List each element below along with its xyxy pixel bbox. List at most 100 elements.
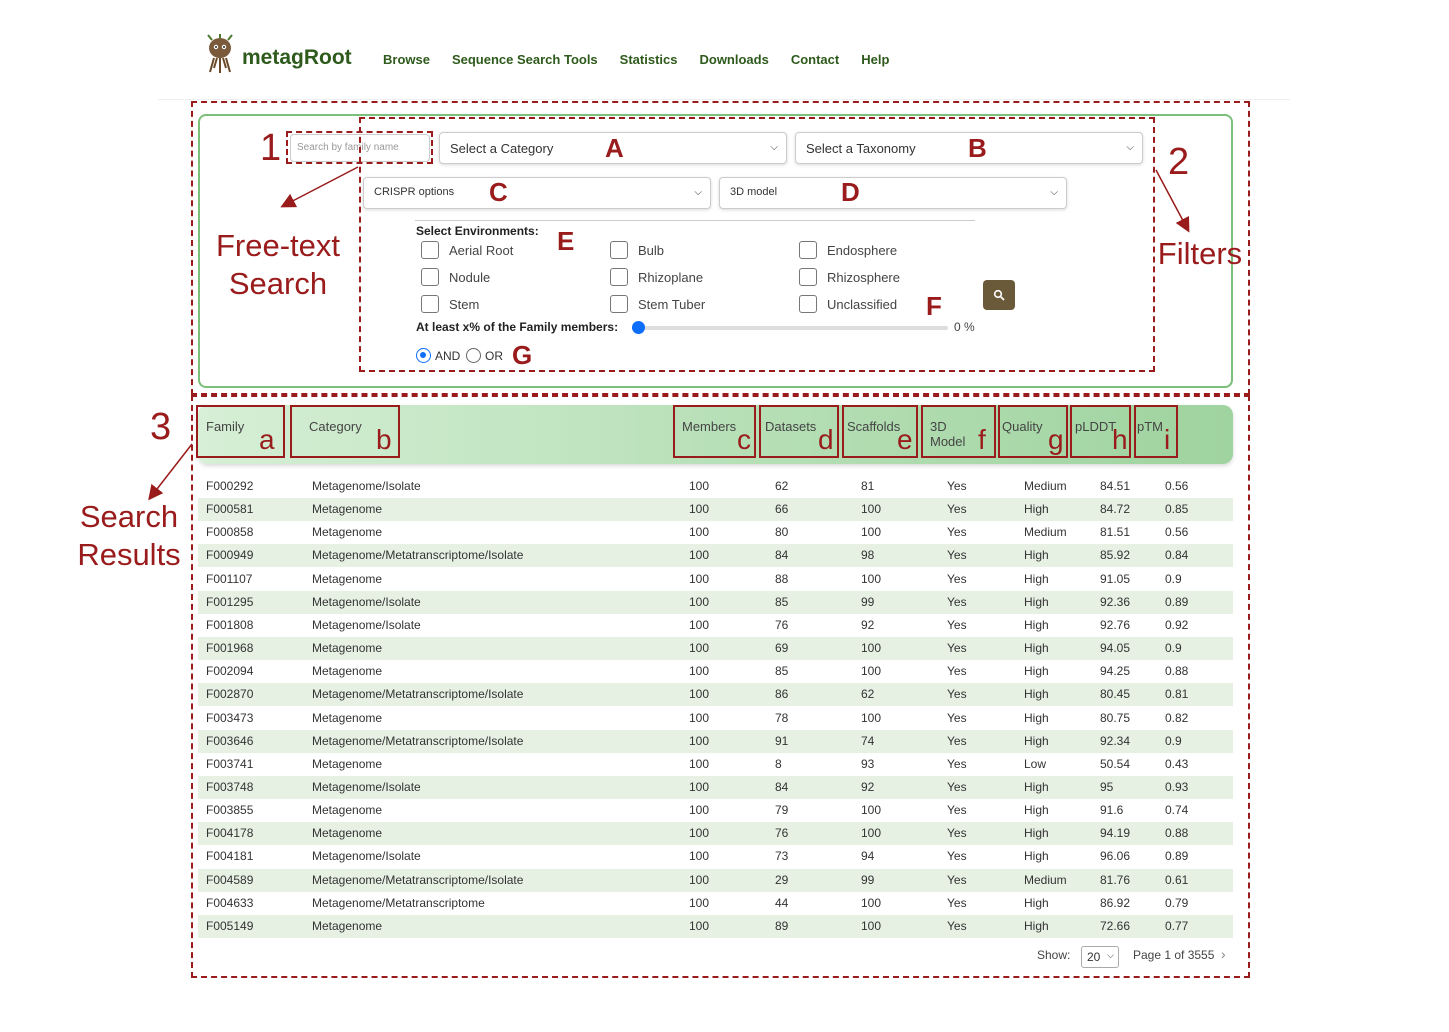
cell-scaffolds: 92: [861, 779, 875, 794]
table-row[interactable]: F000581 Metagenome 100 66 100 Yes High 84.72 0.8…: [198, 498, 1233, 522]
cell-category: Metagenome: [312, 756, 383, 771]
cell-members: 100: [689, 710, 710, 725]
cell-family[interactable]: F003855: [206, 803, 253, 817]
menu-contact[interactable]: Contact: [791, 52, 839, 67]
cell-family[interactable]: F001808: [206, 618, 253, 632]
free-text-line2: Search: [228, 266, 328, 301]
cell-quality: High: [1024, 641, 1049, 656]
cell-quality: High: [1024, 571, 1049, 586]
table-row[interactable]: F001295 Metagenome/Isolate 100 85 99 Yes High 9…: [198, 590, 1233, 614]
cell-ptm: 0.9: [1165, 733, 1182, 748]
table-row[interactable]: F001107 Metagenome 100 88 100 Yes High 91.05 0.9: [198, 568, 1233, 591]
brand-name[interactable]: metagRoot: [242, 46, 352, 70]
cell-family[interactable]: F004178: [206, 826, 253, 840]
cell-family[interactable]: F001968: [206, 641, 253, 655]
cell-scaffolds: 100: [861, 664, 882, 679]
table-row[interactable]: F004181 Metagenome/Isolate 100 73 94 Yes High 9…: [198, 845, 1233, 868]
cell-family[interactable]: F000949: [206, 548, 253, 562]
annotation-e: e: [897, 424, 913, 455]
cell-family[interactable]: F004181: [206, 849, 253, 863]
cell-members: 100: [689, 756, 710, 771]
cell-family[interactable]: F002870: [206, 687, 253, 701]
annotation-D: D: [841, 177, 860, 207]
table-row[interactable]: F004633 Metagenome/Metatranscriptome 100 44…: [198, 892, 1233, 915]
filters-highlight: [359, 117, 1155, 372]
cell-plddt: 92.34: [1100, 733, 1131, 748]
cell-scaffolds: 100: [861, 803, 882, 818]
free-text-line1: Free-text: [215, 228, 341, 263]
cell-ptm: 0.88: [1165, 664, 1189, 679]
root-creature-logo[interactable]: [202, 34, 238, 74]
cell-plddt: 81.51: [1100, 525, 1131, 540]
cell-family[interactable]: F002094: [206, 664, 253, 678]
table-row[interactable]: F002094 Metagenome 100 85 100 Yes High 94.25 0.8…: [198, 660, 1233, 683]
cell-3d-model: Yes: [947, 617, 967, 632]
cell-3d-model: Yes: [947, 826, 967, 841]
cell-family[interactable]: F003748: [206, 780, 253, 794]
next-page-icon[interactable]: ›: [1221, 946, 1226, 962]
cell-quality: High: [1024, 687, 1049, 702]
cell-3d-model: Yes: [947, 733, 967, 748]
cell-members: 100: [689, 641, 710, 656]
cell-plddt: 95: [1100, 779, 1114, 794]
table-row[interactable]: F003646 Metagenome/Metatranscriptome/Isol…: [198, 729, 1233, 753]
cell-ptm: 0.9: [1165, 571, 1182, 586]
cell-family[interactable]: F000292: [206, 479, 253, 493]
cell-3d-model: Yes: [947, 525, 967, 540]
cell-family[interactable]: F003473: [206, 711, 253, 725]
menu-sequence-search-tools[interactable]: Sequence Search Tools: [452, 52, 598, 67]
cell-datasets: 91: [775, 733, 789, 748]
cell-family[interactable]: F001295: [206, 595, 253, 609]
annotation-F: F: [926, 291, 942, 321]
cell-ptm: 0.89: [1165, 594, 1189, 609]
table-row[interactable]: F003855 Metagenome 100 79 100 Yes High 91.6 0.74: [198, 799, 1233, 822]
table-row[interactable]: F004589 Metagenome/Metatranscriptome/Isol…: [198, 868, 1233, 892]
table-row[interactable]: F001968 Metagenome 100 69 100 Yes High 94.05 0.9: [198, 637, 1233, 661]
cell-category: Metagenome/Isolate: [312, 849, 421, 864]
cell-family[interactable]: F000858: [206, 525, 253, 539]
table-row[interactable]: F004178 Metagenome 100 76 100 Yes High 94.19 0.8…: [198, 822, 1233, 846]
cell-scaffolds: 94: [861, 849, 875, 864]
cell-quality: High: [1024, 849, 1049, 864]
cell-plddt: 85.92: [1100, 548, 1131, 563]
cell-family[interactable]: F005149: [206, 919, 253, 933]
menu-downloads[interactable]: Downloads: [699, 52, 768, 67]
top-navbar: metagRoot Browse Sequence Search Tools S…: [158, 30, 1290, 100]
annotation-A: A: [605, 133, 624, 163]
table-row[interactable]: F003473 Metagenome 100 78 100 Yes High 80.75 0.8…: [198, 707, 1233, 730]
table-row[interactable]: F000858 Metagenome 100 80 100 Yes Medium 81.51 0…: [198, 521, 1233, 544]
menu-browse[interactable]: Browse: [383, 52, 430, 67]
cell-members: 100: [689, 548, 710, 563]
cell-family[interactable]: F004633: [206, 896, 253, 910]
table-row[interactable]: F000292 Metagenome/Isolate 100 62 81 Yes Mediu…: [198, 475, 1233, 498]
annotation-b: b: [376, 424, 392, 455]
page-size-select[interactable]: 20 ⌵: [1081, 946, 1119, 968]
cell-plddt: 94.19: [1100, 826, 1131, 841]
cell-quality: High: [1024, 664, 1049, 679]
cell-members: 100: [689, 594, 710, 609]
table-row[interactable]: F002870 Metagenome/Metatranscriptome/Isol…: [198, 683, 1233, 707]
cell-family[interactable]: F003646: [206, 734, 253, 748]
cell-quality: High: [1024, 710, 1049, 725]
cell-quality: High: [1024, 803, 1049, 818]
cell-family[interactable]: F004589: [206, 873, 253, 887]
show-label: Show:: [1037, 948, 1071, 962]
menu-statistics[interactable]: Statistics: [620, 52, 678, 67]
cell-quality: High: [1024, 594, 1049, 609]
cell-3d-model: Yes: [947, 918, 967, 933]
cell-3d-model: Yes: [947, 571, 967, 586]
table-row[interactable]: F000949 Metagenome/Metatranscriptome/Isol…: [198, 544, 1233, 568]
cell-family[interactable]: F000581: [206, 502, 253, 516]
table-row[interactable]: F003741 Metagenome 100 8 93 Yes Low 50.54 0.43: [198, 753, 1233, 776]
cell-family[interactable]: F003741: [206, 757, 253, 771]
cell-ptm: 0.81: [1165, 687, 1189, 702]
table-row[interactable]: F003748 Metagenome/Isolate 100 84 92 Yes High 9…: [198, 775, 1233, 799]
menu-help[interactable]: Help: [861, 52, 889, 67]
cell-quality: High: [1024, 548, 1049, 563]
cell-family[interactable]: F001107: [206, 572, 252, 586]
table-row[interactable]: F001808 Metagenome/Isolate 100 76 92 Yes High 9…: [198, 614, 1233, 637]
table-row[interactable]: F005149 Metagenome 100 89 100 Yes High 72.66 0.7…: [198, 914, 1233, 938]
cell-scaffolds: 100: [861, 710, 882, 725]
cell-plddt: 84.51: [1100, 479, 1131, 493]
cell-datasets: 85: [775, 664, 789, 679]
